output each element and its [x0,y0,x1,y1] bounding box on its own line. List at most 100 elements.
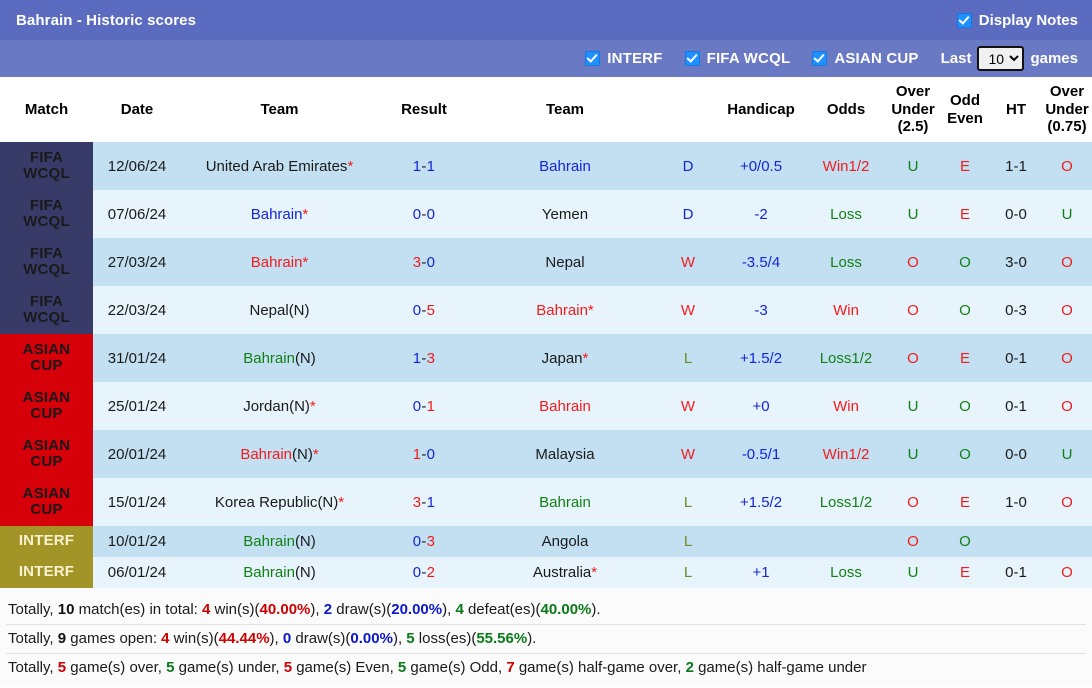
asian-cup-checkbox[interactable] [812,51,828,66]
row-over-under-075 [1042,526,1092,558]
filter-interf[interactable]: INTERF [585,50,662,67]
fifa-wcql-checkbox[interactable] [684,51,700,66]
header-row: Match Date Team Result Team Handicap Odd… [0,77,1092,143]
row-wdl: W [660,238,716,287]
row-date: 20/01/24 [93,430,181,479]
row-ht: 0-1 [990,382,1042,431]
filter-fifa-wcql[interactable]: FIFA WCQL [684,50,791,67]
row-competition: FIFA WCQL [0,190,93,239]
s2-wins: 4 [161,630,170,648]
s3-p6: game(s) half-game over, [514,659,686,677]
table-row[interactable]: INTERF 06/01/24 Bahrain(N) 0-2 Australia* L +1… [0,557,1092,589]
col-header-over-under-25: Over Under (2.5) [886,77,940,143]
row-wdl: W [660,382,716,431]
s3-p1: Totally, [8,659,58,677]
row-odds: Loss [806,557,886,589]
row-competition: ASIAN CUP [0,478,93,527]
ou25-line3: (2.5) [897,118,929,136]
row-ht: 0-3 [990,286,1042,335]
row-over-under-25: U [886,142,940,191]
row-date: 25/01/24 [93,382,181,431]
row-odd-even: E [940,334,990,383]
table-row[interactable]: FIFA WCQL 07/06/24 Bahrain* 0-0 Yemen D -2 Loss U… [0,190,1092,239]
row-odds: Win [806,382,886,431]
s2-losses-pct: 55.56% [476,630,528,648]
s2-draws: 0 [282,630,292,648]
row-result: 0-0 [378,190,470,239]
s2-p8: ). [527,630,537,648]
row-odds [806,526,886,558]
col-header-wdl [660,77,716,143]
display-notes-group[interactable]: Display Notes [956,11,1078,29]
row-team-away: Nepal [470,238,660,287]
oe-line2: Even [947,109,983,127]
interf-label: INTERF [607,50,663,67]
row-odds: Win [806,286,886,335]
col-header-odds: Odds [806,77,886,143]
table-row[interactable]: ASIAN CUP 25/01/24 Jordan(N)* 0-1 Bahrain W +0 W… [0,382,1092,431]
row-over-under-25: O [886,526,940,558]
row-team-away: Bahrain [470,142,660,191]
row-over-under-25: U [886,382,940,431]
row-date: 22/03/24 [93,286,181,335]
row-odds: Win1/2 [806,430,886,479]
s1-p6: ), [442,601,456,619]
games-count-select[interactable]: 10203050 [977,46,1025,71]
historic-scores-table: Match Date Team Result Team Handicap Odd… [0,77,1092,589]
row-team-home: Bahrain(N)* [181,430,378,479]
table-row[interactable]: ASIAN CUP 31/01/24 Bahrain(N) 1-3 Japan* L +1.5… [0,334,1092,383]
row-over-under-075: U [1042,430,1092,479]
row-team-home: United Arab Emirates* [181,142,378,191]
display-notes-checkbox[interactable] [956,12,972,28]
row-handicap: +1.5/2 [716,478,806,527]
s3-p4: game(s) Even, [292,659,398,677]
row-handicap: +0 [716,382,806,431]
col-header-team-home: Team [181,77,378,143]
table-row[interactable]: INTERF 10/01/24 Bahrain(N) 0-3 Angola L O O [0,526,1092,558]
interf-checkbox[interactable] [585,51,601,66]
games-label: games [1030,50,1078,67]
table-row[interactable]: FIFA WCQL 12/06/24 United Arab Emirates* 1-1… [0,142,1092,191]
s1-p3: win(s)( [210,601,260,619]
s3-odd: 5 [397,659,407,677]
row-odd-even: O [940,526,990,558]
row-competition: INTERF [0,526,93,558]
ou25-line2: Under [891,100,935,118]
row-odds: Win1/2 [806,142,886,191]
table-row[interactable]: FIFA WCQL 22/03/24 Nepal(N) 0-5 Bahrain* W -3 Wi… [0,286,1092,335]
row-handicap: -2 [716,190,806,239]
row-over-under-25: O [886,286,940,335]
filter-asian-cup[interactable]: ASIAN CUP [812,50,918,67]
row-wdl: D [660,190,716,239]
row-over-under-075: O [1042,286,1092,335]
s3-p2: game(s) over, [66,659,167,677]
s2-p2: games open: [66,630,162,648]
s2-draws-pct: 0.00% [350,630,393,648]
row-team-away: Bahrain [470,478,660,527]
col-header-odd-even: Odd Even [940,77,990,143]
s1-p7: defeat(es)( [463,601,541,619]
s1-defeats-pct: 40.00% [540,601,592,619]
row-over-under-075: O [1042,334,1092,383]
s3-half-over: 7 [506,659,515,677]
row-ht: 3-0 [990,238,1042,287]
row-result: 3-0 [378,238,470,287]
last-games-group: Last 10203050 games [941,46,1078,71]
display-notes-label: Display Notes [978,11,1078,29]
table-row[interactable]: FIFA WCQL 27/03/24 Bahrain* 3-0 Nepal W -3.5/4 L… [0,238,1092,287]
row-date: 10/01/24 [93,526,181,558]
table-header: Match Date Team Result Team Handicap Odd… [0,77,1092,143]
s3-p3: game(s) under, [174,659,284,677]
row-team-away: Malaysia [470,430,660,479]
row-date: 06/01/24 [93,557,181,589]
row-ht: 1-1 [990,142,1042,191]
s2-p3: win(s)( [169,630,219,648]
col-header-over-under-075: Over Under (0.75) [1042,77,1092,143]
s2-p1: Totally, [8,630,58,648]
table-row[interactable]: ASIAN CUP 15/01/24 Korea Republic(N)* 3-1 Bah… [0,478,1092,527]
row-wdl: W [660,286,716,335]
row-odds: Loss [806,190,886,239]
table-row[interactable]: ASIAN CUP 20/01/24 Bahrain(N)* 1-0 Malaysia W -… [0,430,1092,479]
s1-total: 10 [57,601,75,619]
row-competition: FIFA WCQL [0,286,93,335]
